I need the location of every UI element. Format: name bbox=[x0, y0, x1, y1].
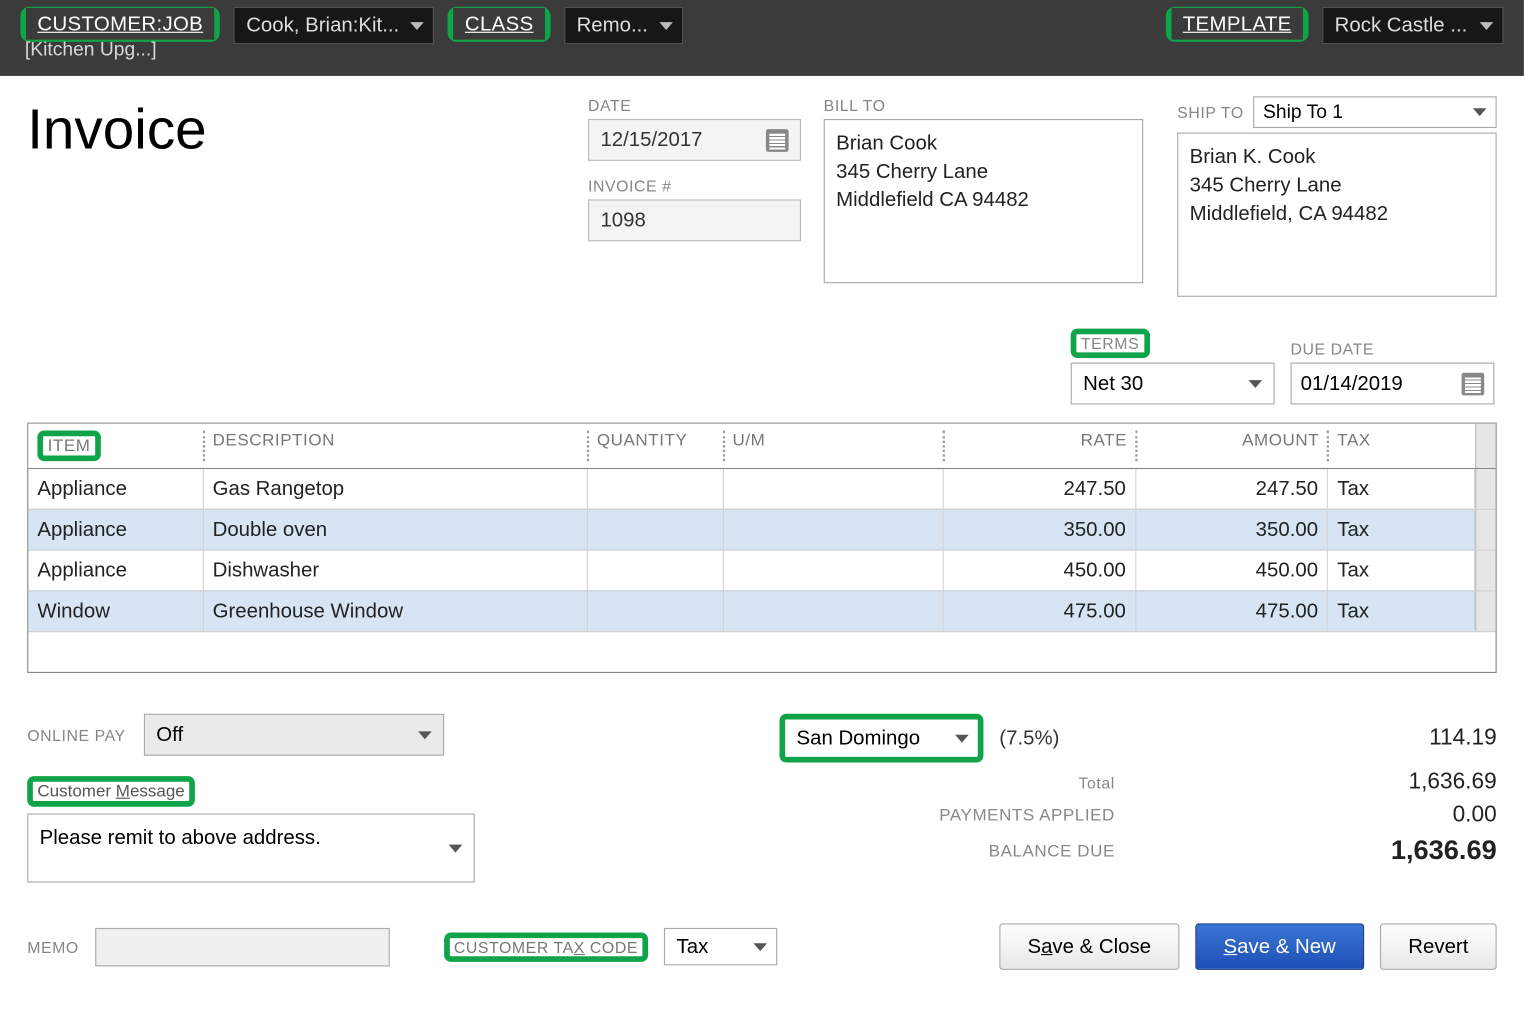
table-row[interactable]: Appliance Gas Rangetop 247.50 247.50 Tax bbox=[28, 469, 1495, 509]
total-label: Total bbox=[662, 773, 1138, 791]
line-items-table: ITEM DESCRIPTION QUANTITY U/M RATE AMOUN… bbox=[27, 423, 1497, 673]
payments-applied-value: 0.00 bbox=[1327, 802, 1497, 828]
customer-message-label: Customer Message bbox=[27, 776, 195, 807]
header-rate: RATE bbox=[944, 424, 1136, 468]
save-close-button[interactable]: Save & Close bbox=[999, 923, 1179, 969]
save-new-button[interactable]: Save & New bbox=[1195, 923, 1364, 969]
table-row[interactable]: Appliance Dishwasher 450.00 450.00 Tax bbox=[28, 550, 1495, 591]
template-label: TEMPLATE bbox=[1171, 8, 1303, 40]
header-quantity: QUANTITY bbox=[588, 424, 724, 468]
balance-due-value: 1,636.69 bbox=[1327, 835, 1497, 867]
online-pay-dropdown[interactable]: Off bbox=[144, 714, 444, 756]
table-body[interactable]: Appliance Gas Rangetop 247.50 247.50 Tax… bbox=[28, 469, 1495, 672]
online-pay-label: ONLINE PAY bbox=[27, 726, 126, 744]
header-um: U/M bbox=[723, 424, 943, 468]
terms-label: TERMS bbox=[1081, 334, 1139, 352]
template-dropdown[interactable]: Rock Castle ... bbox=[1322, 7, 1503, 44]
header-item: ITEM bbox=[37, 431, 100, 462]
calendar-icon[interactable] bbox=[766, 129, 789, 152]
top-toolbar: CUSTOMER:JOB Cook, Brian:Kit... CLASS Re… bbox=[0, 0, 1524, 76]
memo-input[interactable] bbox=[95, 927, 390, 966]
calendar-icon[interactable] bbox=[1462, 372, 1485, 395]
tax-amount: 114.19 bbox=[1327, 725, 1497, 751]
revert-button[interactable]: Revert bbox=[1380, 923, 1497, 969]
total-value: 1,636.69 bbox=[1327, 769, 1497, 795]
invoice-number-label: INVOICE # bbox=[588, 177, 801, 195]
bill-to-label: BILL TO bbox=[824, 96, 1144, 114]
date-label: DATE bbox=[588, 96, 801, 114]
invoice-number-input[interactable]: 1098 bbox=[588, 199, 801, 241]
date-input[interactable]: 12/15/2017 bbox=[588, 119, 801, 161]
ship-to-address[interactable]: Brian K. Cook345 Cherry LaneMiddlefield,… bbox=[1177, 133, 1497, 297]
customer-job-dropdown[interactable]: Cook, Brian:Kit... bbox=[234, 7, 435, 44]
payments-applied-label: PAYMENTS APPLIED bbox=[662, 806, 1138, 825]
ship-to-selector[interactable]: Ship To 1 bbox=[1253, 96, 1497, 128]
table-row[interactable]: Appliance Double oven 350.00 350.00 Tax bbox=[28, 509, 1495, 550]
tax-item-dropdown[interactable]: San Domingo bbox=[780, 714, 984, 763]
table-row[interactable]: Window Greenhouse Window 475.00 475.00 T… bbox=[28, 590, 1495, 631]
header-tax: TAX bbox=[1328, 424, 1475, 468]
customer-job-subtitle: [Kitchen Upg...] bbox=[25, 39, 157, 62]
class-dropdown[interactable]: Remo... bbox=[564, 7, 683, 44]
tax-percentage: (7.5%) bbox=[999, 726, 1059, 750]
customer-message-dropdown[interactable]: Please remit to above address. bbox=[27, 813, 475, 882]
memo-label: MEMO bbox=[27, 938, 79, 956]
class-label: CLASS bbox=[454, 8, 545, 40]
header-description: DESCRIPTION bbox=[204, 424, 588, 468]
page-title: Invoice bbox=[27, 96, 565, 162]
due-date-label: DUE DATE bbox=[1290, 340, 1494, 358]
customer-tax-code-dropdown[interactable]: Tax bbox=[664, 928, 777, 965]
balance-due-label: BALANCE DUE bbox=[662, 841, 1138, 860]
ship-to-label: SHIP TO bbox=[1177, 103, 1244, 121]
due-date-input[interactable]: 01/14/2019 bbox=[1290, 363, 1494, 405]
bill-to-address[interactable]: Brian Cook345 Cherry LaneMiddlefield CA … bbox=[824, 119, 1144, 283]
customer-tax-code-label: CUSTOMER TAX CODE bbox=[444, 932, 649, 961]
header-amount: AMOUNT bbox=[1136, 424, 1328, 468]
terms-dropdown[interactable]: Net 30 bbox=[1071, 363, 1275, 405]
customer-job-label: CUSTOMER:JOB bbox=[26, 8, 214, 40]
